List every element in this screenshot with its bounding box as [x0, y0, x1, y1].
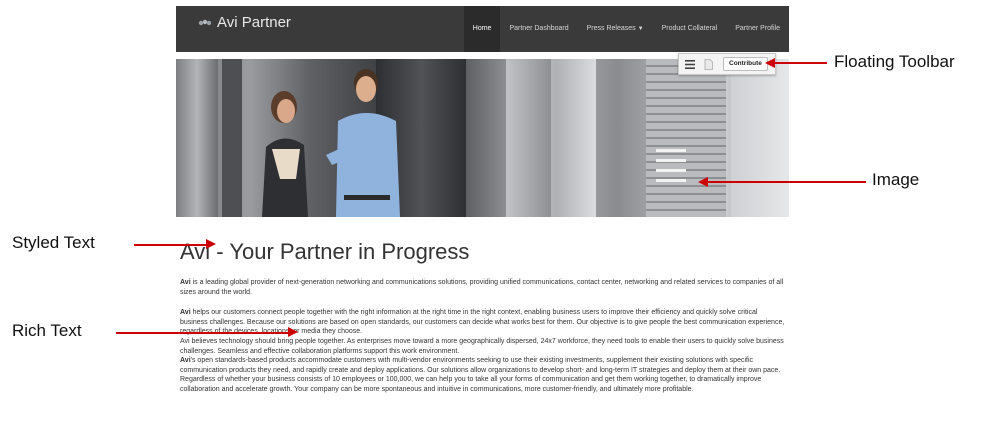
annotation-arrow-styled-text	[134, 244, 206, 246]
annotation-arrow-rich-text	[116, 332, 288, 334]
annotation-styled-text: Styled Text	[12, 233, 95, 252]
intro-bold: Avi	[180, 279, 191, 286]
arrowhead-icon	[698, 177, 708, 187]
page-title[interactable]: Avi - Your Partner in Progress	[180, 239, 469, 265]
nav-home-label: Home	[472, 25, 492, 32]
products-text: 's open standards-based products accommo…	[180, 357, 781, 393]
nav-partner-dashboard[interactable]: Partner Dashboard	[500, 6, 577, 52]
floating-toolbar: Contribute	[678, 53, 776, 75]
brand-name: Avi Partner	[217, 14, 291, 31]
helps-bold: Avi	[180, 309, 191, 316]
nav-home[interactable]: Home	[463, 6, 501, 52]
people-illustration	[262, 69, 686, 217]
brand-logo-icon	[198, 19, 212, 25]
hero-image[interactable]	[176, 59, 789, 217]
arrowhead-icon	[765, 58, 775, 68]
nav-press-releases-label: Press Releases	[586, 25, 636, 32]
paragraph-products[interactable]: Avi's open standards-based products acco…	[180, 356, 786, 394]
top-navbar: Avi Partner Home Partner Dashboard Press…	[176, 6, 789, 52]
intro-text: is a leading global provider of next-gen…	[180, 279, 784, 296]
page-icon[interactable]	[701, 57, 715, 71]
products-bold: Avi	[180, 357, 191, 364]
paragraph-intro[interactable]: Avi is a leading global provider of next…	[180, 278, 786, 297]
nav-product-collateral[interactable]: Product Collateral	[653, 6, 727, 52]
annotation-arrow-image	[708, 181, 866, 183]
menu-icon[interactable]	[683, 57, 697, 71]
arrowhead-icon	[206, 239, 216, 249]
annotation-arrow-floating-toolbar	[775, 62, 827, 64]
annotation-rich-text: Rich Text	[12, 321, 82, 340]
believes-text: Avi believes technology should bring peo…	[180, 338, 784, 355]
cms-page: Avi Partner Home Partner Dashboard Press…	[176, 6, 789, 422]
brand[interactable]: Avi Partner	[198, 14, 291, 31]
paragraph-believes[interactable]: Avi believes technology should bring peo…	[180, 337, 786, 356]
nav-product-collateral-label: Product Collateral	[661, 25, 718, 32]
nav-links: Home Partner Dashboard Press Releases ▼ P…	[463, 6, 789, 52]
annotation-floating-toolbar: Floating Toolbar	[834, 52, 955, 71]
annotation-image: Image	[872, 170, 920, 189]
chevron-down-icon: ▼	[637, 26, 644, 32]
nav-partner-profile[interactable]: Partner Profile	[726, 6, 789, 52]
arrowhead-icon	[288, 327, 298, 337]
nav-partner-profile-label: Partner Profile	[735, 25, 780, 32]
contribute-button[interactable]: Contribute	[723, 57, 768, 71]
nav-press-releases[interactable]: Press Releases ▼	[578, 6, 653, 52]
nav-partner-dashboard-label: Partner Dashboard	[509, 25, 569, 32]
